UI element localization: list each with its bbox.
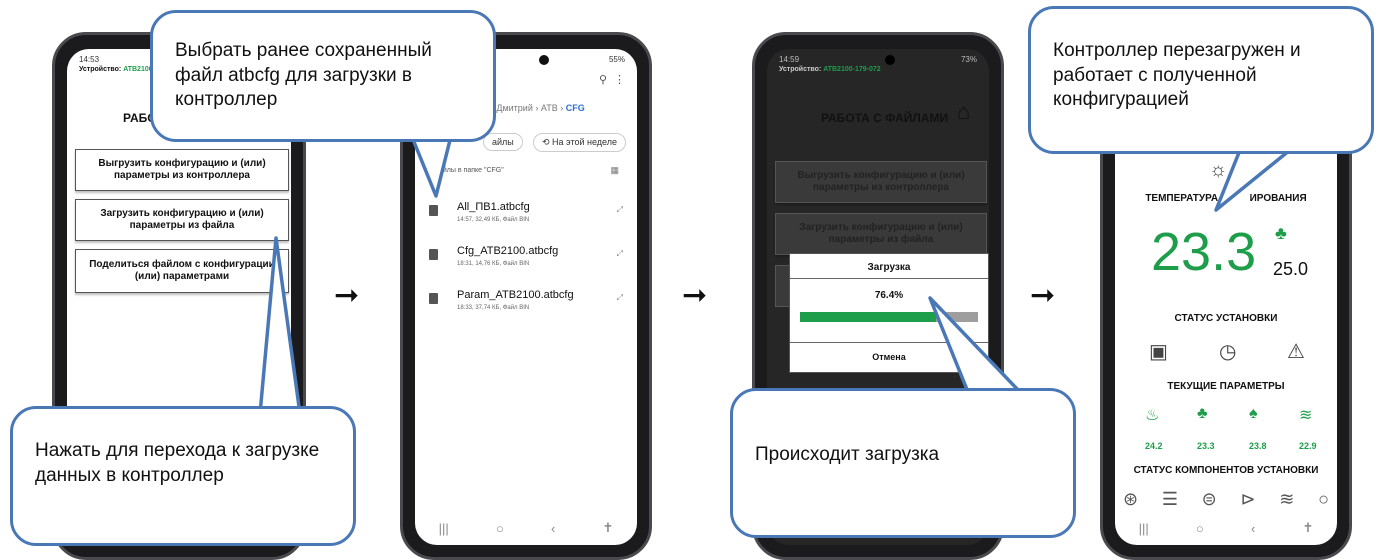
supply-air-icon: ♣ — [1197, 405, 1208, 422]
progress-bar — [800, 312, 978, 322]
humidifier-icon: ≋ — [1279, 489, 1295, 509]
breadcrumb-item-current[interactable]: CFG — [566, 103, 585, 113]
param-value: 24.2 — [1145, 441, 1163, 451]
device-id: ATB2100-179-072 — [823, 66, 881, 73]
home-icon[interactable]: ○ — [1196, 521, 1204, 536]
callout-tap-upload: Нажать для перехода к загрузке данных в … — [10, 406, 356, 546]
accessibility-icon[interactable]: ✝ — [1303, 520, 1314, 536]
file-icon — [429, 293, 438, 304]
water-temp-icon: ≋ — [1299, 407, 1313, 424]
param-value: 22.9 — [1299, 441, 1317, 451]
list-item[interactable]: Cfg_ATB2100.atbcfg 18:31, 14,76 КБ, Файл… — [429, 241, 627, 285]
dialog-divider — [790, 278, 988, 279]
status-bar: 14:59 73% — [779, 55, 977, 64]
temp-title-start: ТЕМПЕРАТУРА Р — [1145, 193, 1228, 204]
device-label: Устройство: — [779, 66, 822, 73]
file-icon — [429, 205, 438, 216]
component-icons-row: ⊛ ☰ ⊜ ⊳ ≋ ○ — [1123, 489, 1329, 510]
history-icon: ⟲ — [542, 137, 553, 147]
warning-icon: ⚠ — [1287, 341, 1305, 363]
file-icon — [429, 249, 438, 260]
expand-icon[interactable]: ⤢ — [617, 249, 623, 259]
temp-title-end: ИРОВАНИЯ — [1249, 193, 1307, 204]
section-title-components: СТАТУС КОМПОНЕНТОВ УСТАНОВКИ — [1133, 465, 1319, 476]
files-chip-label: айлы — [492, 137, 514, 147]
this-week-chip-label: На этой неделе — [552, 137, 617, 147]
files-chip[interactable]: айлы — [483, 133, 523, 151]
progress-fill — [800, 312, 936, 322]
callout-rebooted: Контроллер перезагружен и работает с пол… — [1028, 6, 1374, 154]
callout-select-file: Выбрать ранее сохраненный файл atbcfg дл… — [150, 10, 496, 142]
grid-view-icon[interactable]: ▦ — [610, 165, 619, 176]
file-meta: 18:31, 14,76 КБ, Файл BIN — [457, 261, 530, 267]
nav-bar: ||| ○ ‹ ✝ — [1115, 511, 1337, 545]
more-icon[interactable]: ⋮ — [614, 73, 625, 86]
upload-dialog: Загрузка 76.4% Отмена — [789, 253, 989, 373]
file-name: Param_ATB2100.atbcfg — [457, 289, 574, 301]
heater-status-icon: ☼ — [1209, 159, 1228, 181]
device-line: Устройство: ATB2100-179-072 — [779, 66, 881, 73]
dialog-divider — [790, 342, 988, 343]
section-title-params: ТЕКУЩИЕ ПАРАМЕТРЫ — [1167, 381, 1285, 392]
import-config-button[interactable]: Загрузить конфигурацию и (или) параметры… — [775, 213, 987, 255]
file-meta: 18:33, 37,74 КБ, Файл BIN — [457, 305, 530, 311]
schedule-icon: ◷ — [1219, 341, 1237, 363]
heater-icon: ⊜ — [1201, 489, 1217, 509]
temperature-value: 23.3 — [1151, 222, 1257, 282]
back-icon[interactable]: ‹ — [551, 521, 555, 536]
device-label: Устройство: — [79, 66, 122, 73]
home-icon[interactable]: ⌂ — [957, 99, 970, 125]
share-file-button[interactable]: Поделиться файлом с конфигурации (или) п… — [75, 249, 289, 293]
file-meta: 14:57, 32,49 КБ, Файл BIN — [457, 217, 530, 223]
arrow-right-icon: ➞ — [1030, 279, 1056, 312]
this-week-chip[interactable]: ⟲ На этой неделе — [533, 133, 626, 152]
clock: 14:59 — [779, 55, 800, 64]
section-title-temp: ТЕМПЕРАТУРА Р ИРОВАНИЯ — [1115, 193, 1337, 204]
page-title: РАБОТА С ФАЙЛАМИ — [821, 111, 949, 125]
filter-icon: ☰ — [1161, 489, 1178, 509]
dialog-title: Загрузка — [867, 262, 911, 273]
list-item[interactable]: Param_ATB2100.atbcfg 18:33, 37,74 КБ, Фа… — [429, 285, 627, 329]
pump-icon: ⊳ — [1240, 489, 1256, 509]
export-config-button[interactable]: Выгрузить конфигурацию и (или) параметры… — [775, 161, 987, 203]
clock: 14:53 — [79, 55, 100, 64]
import-config-button[interactable]: Загрузить конфигурацию и (или) параметры… — [75, 199, 289, 241]
breadcrumb: я Дмитрий › ATB › CFG — [489, 103, 585, 113]
expand-icon[interactable]: ⤢ — [617, 293, 623, 303]
return-air-icon: ♠ — [1249, 405, 1258, 422]
arrow-right-icon: ➞ — [682, 279, 708, 312]
search-icon[interactable]: ⚲ — [599, 73, 607, 86]
home-icon[interactable]: ○ — [496, 521, 504, 536]
outdoor-temp-icon: ♨ — [1145, 407, 1160, 424]
camera-dot — [885, 55, 895, 65]
nav-bar: ||| ○ ‹ ✝ — [415, 511, 637, 545]
arrow-right-icon: ➞ — [334, 279, 360, 312]
fan-icon: ⊛ — [1123, 489, 1139, 509]
battery-indicator: 73% — [960, 55, 977, 64]
recent-apps-icon[interactable]: ||| — [439, 521, 449, 536]
export-config-button[interactable]: Выгрузить конфигурацию и (или) параметры… — [75, 149, 289, 191]
accessibility-icon[interactable]: ✝ — [603, 520, 614, 536]
param-value: 23.3 — [1197, 441, 1215, 451]
battery-indicator: 55% — [608, 55, 625, 64]
recent-apps-icon[interactable]: ||| — [1139, 521, 1149, 536]
list-item[interactable]: All_ПВ1.atbcfg 14:57, 32,49 КБ, Файл BIN… — [429, 197, 627, 241]
file-name: Cfg_ATB2100.atbcfg — [457, 245, 559, 257]
section-title-status: СТАТУС УСТАНОВКИ — [1174, 313, 1278, 324]
camera-dot — [539, 55, 549, 65]
breadcrumb-item[interactable]: ATB — [541, 103, 558, 113]
setpoint-value: 25.0 — [1273, 259, 1309, 279]
damper-icon: ○ — [1318, 489, 1329, 509]
expand-icon[interactable]: ⤢ — [617, 205, 623, 215]
progress-percent: 76.4% — [874, 290, 904, 301]
device-line: Устройство: ATB2100- — [79, 66, 155, 73]
folder-label: айлы в папке "CFG" — [439, 167, 504, 174]
supply-temp-icon: ♣ — [1275, 223, 1287, 243]
file-name: All_ПВ1.atbcfg — [457, 201, 530, 213]
cancel-button[interactable]: Отмена — [790, 352, 988, 362]
param-value: 23.8 — [1249, 441, 1267, 451]
back-icon[interactable]: ‹ — [1251, 521, 1255, 536]
callout-uploading: Происходит загрузка — [730, 388, 1076, 538]
mode-icon: ▣ — [1149, 341, 1168, 363]
